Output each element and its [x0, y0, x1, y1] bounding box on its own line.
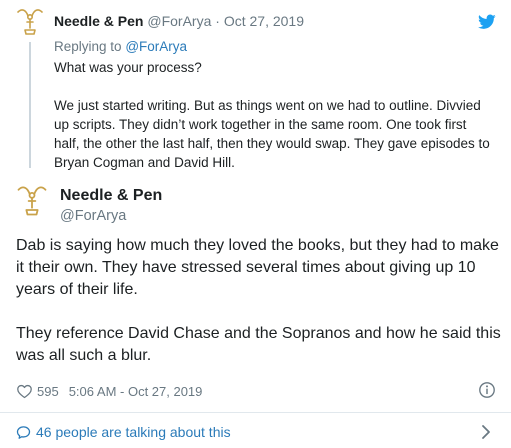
- main-handle[interactable]: @ForArya: [60, 207, 126, 225]
- emmy-statuette-icon: [17, 186, 47, 216]
- conversation-link[interactable]: 46 people are talking about this: [16, 422, 231, 442]
- tweet-meta-row: 595 5:06 AM - Oct 27, 2019: [16, 381, 202, 401]
- thread-line: [29, 42, 31, 168]
- parent-paragraph: What was your process?: [54, 60, 202, 75]
- like-button[interactable]: 595: [16, 383, 69, 400]
- parent-tweet-text: What was your process? We just started w…: [54, 58, 494, 172]
- divider: [0, 412, 511, 413]
- parent-tweet-header: Needle & Pen @ForArya · Oct 27, 2019: [54, 12, 304, 30]
- main-paragraph: Dab is saying how much they loved the bo…: [16, 237, 499, 298]
- speech-bubble-icon: [16, 425, 31, 439]
- parent-paragraph: We just started writing. But as things w…: [54, 98, 490, 170]
- tweet-timestamp-link[interactable]: 5:06 AM - Oct 27, 2019: [69, 384, 203, 399]
- parent-separator: ·: [215, 13, 220, 29]
- info-icon[interactable]: [478, 381, 496, 399]
- chevron-right-icon[interactable]: [480, 424, 492, 440]
- heart-icon: [17, 384, 32, 398]
- parent-date-link[interactable]: Oct 27, 2019: [224, 13, 304, 29]
- main-display-name[interactable]: Needle & Pen: [60, 186, 162, 206]
- replying-to: Replying to @ForArya: [54, 38, 187, 56]
- parent-handle[interactable]: @ForArya: [147, 13, 211, 29]
- parent-display-name[interactable]: Needle & Pen: [54, 13, 143, 29]
- replying-to-label: Replying to: [54, 39, 122, 54]
- conversation-link-text: 46 people are talking about this: [36, 424, 231, 440]
- parent-avatar[interactable]: [14, 6, 46, 38]
- twitter-bird-icon[interactable]: [478, 14, 496, 30]
- emmy-statuette-icon: [17, 9, 43, 35]
- main-avatar[interactable]: [14, 183, 50, 219]
- like-count: 595: [37, 383, 59, 399]
- reply-mention-link[interactable]: @ForArya: [125, 39, 187, 54]
- main-paragraph: They reference David Chase and the Sopra…: [16, 325, 501, 364]
- main-tweet-text: Dab is saying how much they loved the bo…: [16, 235, 501, 367]
